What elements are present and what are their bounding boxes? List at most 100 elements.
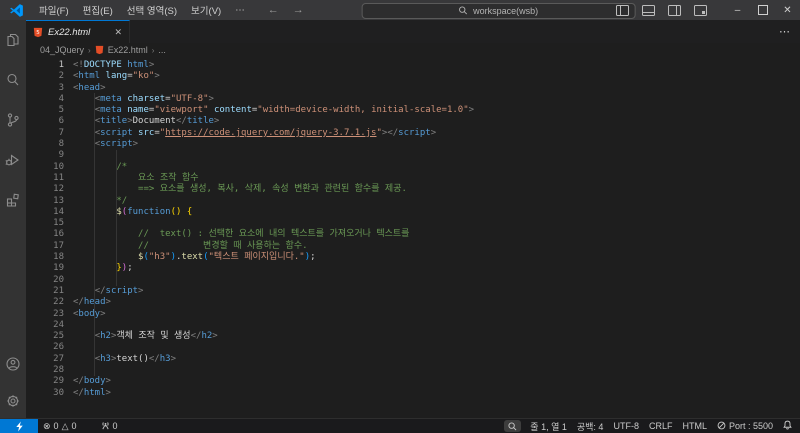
close-button[interactable]: ✕ (775, 0, 800, 20)
code-line[interactable]: 22 </head> (26, 297, 800, 308)
code-line[interactable]: 19 }); (26, 263, 800, 274)
line-number[interactable]: 6 (26, 116, 64, 127)
code-line[interactable]: 18 $("h3").text("텍스트 페이지입니다."); (26, 252, 800, 263)
line-number[interactable]: 26 (26, 342, 64, 353)
menu-item-2[interactable]: 선택 영역(S) (120, 0, 184, 20)
menu-item-0[interactable]: 파일(F) (32, 0, 76, 20)
nav-back-button[interactable]: ← (268, 4, 279, 16)
tab-ex22-html[interactable]: 5 Ex22.html ✕ (26, 20, 130, 43)
line-number[interactable]: 5 (26, 105, 64, 116)
line-number[interactable]: 24 (26, 320, 64, 331)
breadcrumb-folder[interactable]: 04_JQuery (40, 45, 84, 55)
toggle-sidebar-icon[interactable] (616, 4, 629, 16)
breadcrumb-symbol-tail[interactable]: ... (158, 45, 166, 55)
code-line[interactable]: 15 (26, 218, 800, 229)
live-server-port[interactable]: Port : 5500 (712, 419, 778, 433)
nav-forward-button[interactable]: → (293, 4, 304, 16)
notifications-button[interactable] (778, 419, 800, 433)
code-line[interactable]: 3 <head> (26, 83, 800, 94)
command-center-search[interactable]: workspace(wsb) (361, 2, 636, 19)
code-line[interactable]: 20 (26, 275, 800, 286)
code-line[interactable]: 7 <script src="https://code.jquery.com/j… (26, 128, 800, 139)
customize-layout-icon[interactable] (694, 4, 707, 16)
line-number[interactable]: 13 (26, 196, 64, 207)
breadcrumb-file[interactable]: Ex22.html (108, 45, 148, 55)
line-number[interactable]: 23 (26, 309, 64, 320)
code-line[interactable]: 4 <meta charset="UTF-8"> (26, 94, 800, 105)
line-number[interactable]: 4 (26, 94, 64, 105)
line-number[interactable]: 22 (26, 297, 64, 308)
code-line[interactable]: 21 </script> (26, 286, 800, 297)
code-line[interactable]: 23 <body> (26, 309, 800, 320)
encoding[interactable]: UTF-8 (608, 419, 644, 433)
code-line[interactable]: 26 (26, 342, 800, 353)
eol-sequence[interactable]: CRLF (644, 419, 678, 433)
ports-indicator[interactable]: 0 (96, 419, 123, 433)
language-mode[interactable]: HTML (677, 419, 712, 433)
line-number[interactable]: 9 (26, 150, 64, 161)
line-number[interactable]: 21 (26, 286, 64, 297)
sidebar-item-source-control[interactable] (0, 100, 26, 140)
code-line[interactable]: 27 <h3>text()</h3> (26, 354, 800, 365)
line-number[interactable]: 1 (26, 60, 64, 71)
account-button[interactable] (0, 344, 26, 384)
line-number[interactable]: 19 (26, 263, 64, 274)
line-number[interactable]: 15 (26, 218, 64, 229)
code-line[interactable]: 17 // 변경할 때 사용하는 함수. (26, 241, 800, 252)
remote-indicator[interactable] (0, 419, 38, 433)
toggle-secondary-sidebar-icon[interactable] (668, 4, 681, 16)
cursor-position[interactable]: 줄 1, 열 1 (525, 419, 572, 433)
line-number[interactable]: 2 (26, 71, 64, 82)
code-line[interactable]: 30 </html> (26, 388, 800, 399)
line-number[interactable]: 7 (26, 128, 64, 139)
line-number[interactable]: 12 (26, 184, 64, 195)
settings-button[interactable] (0, 384, 26, 418)
indentation[interactable]: 공백: 4 (572, 419, 609, 433)
menu-item-1[interactable]: 편집(E) (76, 0, 120, 20)
code-line[interactable]: 25 <h2>객체 조작 및 생성</h2> (26, 331, 800, 342)
line-number[interactable]: 3 (26, 83, 64, 94)
line-number[interactable]: 28 (26, 365, 64, 376)
line-number[interactable]: 20 (26, 275, 64, 286)
menu-item-3[interactable]: 보기(V) (184, 0, 228, 20)
minimize-button[interactable]: – (725, 0, 750, 20)
code-editor[interactable]: 1 <!DOCTYPE html> 2 <html lang="ko"> 3 <head>… (26, 57, 800, 418)
line-number[interactable]: 16 (26, 229, 64, 240)
code-line[interactable]: 24 (26, 320, 800, 331)
code-line[interactable]: 8 <script> (26, 139, 800, 150)
toggle-panel-icon[interactable] (642, 4, 655, 16)
line-number[interactable]: 14 (26, 207, 64, 218)
sidebar-item-extensions[interactable] (0, 180, 26, 220)
sidebar-item-search[interactable] (0, 60, 26, 100)
line-number[interactable]: 17 (26, 241, 64, 252)
code-line[interactable]: 2 <html lang="ko"> (26, 71, 800, 82)
line-number[interactable]: 8 (26, 139, 64, 150)
code-line[interactable]: 16 // text() : 선택한 요소에 내의 텍스트를 가져오거나 텍스트… (26, 229, 800, 240)
code-line[interactable]: 11 요소 조작 함수 (26, 173, 800, 184)
sidebar-item-explorer[interactable] (0, 20, 26, 60)
sidebar-item-run-debug[interactable] (0, 140, 26, 180)
code-line[interactable]: 5 <meta name="viewport" content="width=d… (26, 105, 800, 116)
line-number[interactable]: 25 (26, 331, 64, 342)
line-number[interactable]: 29 (26, 376, 64, 387)
line-number[interactable]: 18 (26, 252, 64, 263)
menu-item-4[interactable]: ⋯ (228, 0, 252, 20)
zoom-indicator[interactable] (504, 420, 522, 432)
code-line[interactable]: 28 (26, 365, 800, 376)
editor-actions-more[interactable]: ⋯ (779, 20, 800, 43)
code-line[interactable]: 29 </body> (26, 376, 800, 387)
line-number[interactable]: 11 (26, 173, 64, 184)
code-line[interactable]: 13 */ (26, 196, 800, 207)
tab-close-icon[interactable]: ✕ (114, 27, 122, 38)
code-line[interactable]: 1 <!DOCTYPE html> (26, 60, 800, 71)
line-number[interactable]: 10 (26, 162, 64, 173)
code-line[interactable]: 14 $(function() { (26, 207, 800, 218)
code-line[interactable]: 6 <title>Document</title> (26, 116, 800, 127)
problems-indicator[interactable]: ⊗ 0 △ 0 (38, 419, 82, 433)
code-line[interactable]: 12 ==> 요소를 생성, 복사, 삭제, 속성 변환과 관련된 함수를 제공… (26, 184, 800, 195)
line-number[interactable]: 30 (26, 388, 64, 399)
restore-button[interactable] (750, 0, 775, 20)
line-number[interactable]: 27 (26, 354, 64, 365)
code-line[interactable]: 9 (26, 150, 800, 161)
code-line[interactable]: 10 /* (26, 162, 800, 173)
